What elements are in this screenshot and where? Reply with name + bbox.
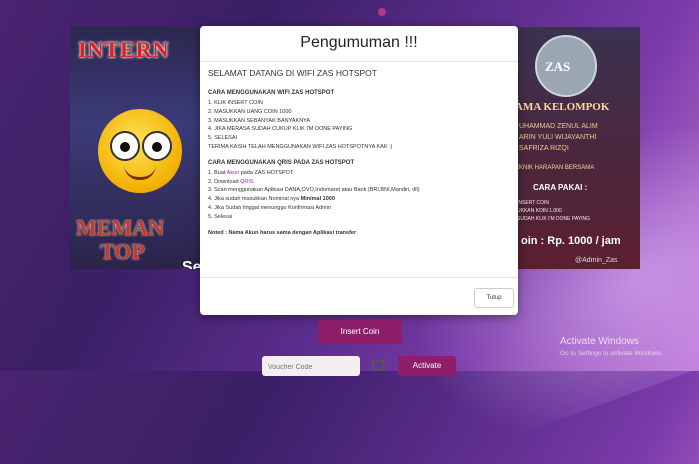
modal-title: Pengumuman !!! <box>300 34 418 51</box>
qris-step: 4. Jika Sudah tinggal menunggu Konfirmas… <box>208 204 331 211</box>
left-banner-word2: TOP <box>100 239 145 264</box>
activate-button[interactable]: Activate <box>398 356 456 376</box>
qris-link[interactable]: QRIS <box>240 179 253 185</box>
close-button[interactable]: Tutup <box>474 288 514 308</box>
wifi-steps: 1. KLIK INSERT COIN 2. MASUKKAN UANG COI… <box>208 99 512 152</box>
member-name: ARIN YULI WIJAYANTHI <box>519 134 597 141</box>
announcement-modal: Pengumuman !!! SELAMAT DATANG DI WIFI ZA… <box>200 26 518 315</box>
section-qris-title: CARA MENGGUNAKAN QRIS PADA ZAS HOTSPOT <box>208 159 355 166</box>
modal-footer-divider <box>200 277 518 278</box>
left-banner-tail: Se <box>182 259 202 269</box>
voucher-field <box>262 356 364 377</box>
wifi-step: 5. SELESAI <box>208 135 238 142</box>
usage-heading: CARA PAKAI : <box>533 183 588 192</box>
voucher-input[interactable] <box>262 358 364 377</box>
note-text: Noted : Nama Akun harus sama dengan Apli… <box>208 229 357 236</box>
member-name: UHAMMAD ZENUL ALIM <box>519 123 598 130</box>
team-name: EKNIK HARAPAN BERSAMA <box>515 165 595 171</box>
qris-step: 4. Jika sudah masukkan Nominal nya Minim… <box>208 196 335 203</box>
emoji-face-icon <box>98 109 182 193</box>
qris-step: 1. Buat Akun pada ZAS HOTSPOT <box>208 169 294 176</box>
admin-handle: @Admin_Zas <box>575 257 618 264</box>
left-banner: INTERN MEMAN TOP Se <box>70 27 210 269</box>
wifi-step: 4. JIKA MERASA SUDAH CUKUP KLIK I'M DONE… <box>208 126 353 133</box>
usage-step: INSERT COIN <box>517 200 550 206</box>
wifi-thanks: TERIMA KASIH TELAH MENGGUNAKAN WIFI ZAS … <box>208 143 393 150</box>
right-banner-heading: AMA KELOMPOK <box>515 101 610 113</box>
welcome-text: SELAMAT DATANG DI WIFI ZAS HOTSPOT <box>208 68 377 78</box>
top-indicator <box>376 6 388 18</box>
left-banner-title: INTERN <box>78 37 170 62</box>
modal-body: SELAMAT DATANG DI WIFI ZAS HOTSPOT CARA … <box>208 67 512 236</box>
usage-step: SUDAH KLIK I'M DONE PAYING <box>517 216 591 222</box>
wifi-step: 3. MASUKKAN SEBANYAK BANYAKNYA <box>208 117 311 124</box>
akun-link[interactable]: Akun <box>227 170 240 176</box>
windows-activation-title: Activate Windows <box>560 336 639 347</box>
qris-steps: 1. Buat Akun pada ZAS HOTSPOT 2. Downloa… <box>208 169 512 222</box>
logo-text: ZAS <box>545 59 571 74</box>
insert-coin-button[interactable]: Insert Coin <box>318 320 402 344</box>
wifi-step: 2. MASUKKAN UANG COIN 1000 <box>208 108 292 115</box>
qris-step: 3. Scan menggunakan Aplikasi DANA,OVO,In… <box>208 187 420 194</box>
member-names: UHAMMAD ZENUL ALIM ARIN YULI WIJAYANTHI … <box>519 121 598 154</box>
modal-header-divider <box>200 61 518 62</box>
member-name: SAFRIZA RIZQI <box>519 145 569 152</box>
qris-step: 5. Selesai <box>208 213 233 220</box>
qr-scan-icon[interactable] <box>372 360 384 371</box>
usage-steps: INSERT COIN UKKAN KOIN 1.000 SUDAH KLIK … <box>517 199 590 223</box>
usage-step: UKKAN KOIN 1.000 <box>517 208 562 214</box>
section-wifi-title: CARA MENGGUNAKAN WIFI ZAS HOTSPOT <box>208 90 335 96</box>
right-banner: ZAS AMA KELOMPOK UHAMMAD ZENUL ALIM ARIN… <box>515 27 640 269</box>
price-label: oin : Rp. 1000 / jam <box>521 235 621 247</box>
qris-step: 2. Download QRIS <box>208 178 254 185</box>
windows-activation-subtitle: Go to Settings to activate Windows. <box>560 350 663 357</box>
wifi-step: 1. KLIK INSERT COIN <box>208 100 263 106</box>
zas-logo-icon: ZAS <box>535 35 597 97</box>
left-banner-word1: MEMAN <box>76 215 164 240</box>
